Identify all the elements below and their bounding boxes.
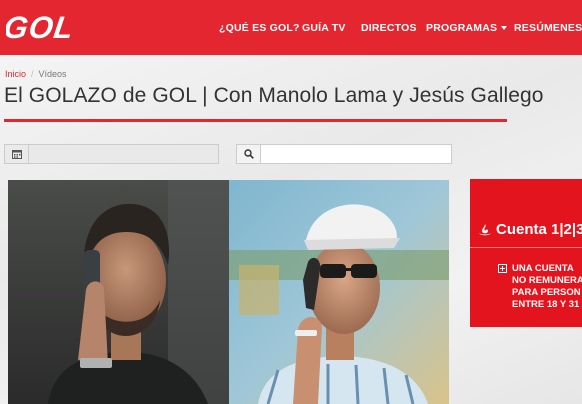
breadcrumb-current: Vídeos [38,69,67,79]
date-input[interactable] [29,145,218,163]
chevron-down-icon [501,26,508,31]
search-filter [236,144,452,164]
page-title: El GOLAZO de GOL | Con Manolo Lama y Jes… [4,84,544,107]
ad-copy: UNA CUENTA NO REMUNERA PARA PERSON ENTRE… [512,263,582,310]
main-nav: ¿QUÉ ES GOL? GUÍA TV DIRECTOS PROGRAMAS … [0,0,582,55]
nav-resumenes[interactable]: RESÚMENES [514,22,582,34]
nav-que-es-gol[interactable]: ¿QUÉ ES GOL? [219,22,300,34]
video-thumbnail [8,180,449,404]
breadcrumb: Inicio / Vídeos [5,69,67,79]
calendar-icon[interactable] [5,145,29,163]
nav-directos[interactable]: DIRECTOS [361,22,417,34]
search-icon[interactable] [237,145,261,163]
breadcrumb-separator: / [31,69,34,79]
date-filter [4,144,219,164]
video-player[interactable] [8,180,449,404]
nav-programas[interactable]: PROGRAMAS [426,22,508,34]
search-input[interactable] [261,145,451,163]
santander-flame-icon [479,223,491,235]
plus-icon [498,264,507,273]
breadcrumb-home-link[interactable]: Inicio [5,69,26,79]
cuenta-123-ad[interactable]: Cuenta 1|2|3 UNA CUENTA NO REMUNERA PARA… [470,179,582,327]
title-underline [4,119,507,122]
ad-divider [470,247,582,248]
ad-brand: Cuenta 1|2|3 [478,221,582,238]
nav-guia-tv[interactable]: GUÍA TV [302,22,346,34]
site-header: GOL ¿QUÉ ES GOL? GUÍA TV DIRECTOS PROGRA… [0,0,582,55]
